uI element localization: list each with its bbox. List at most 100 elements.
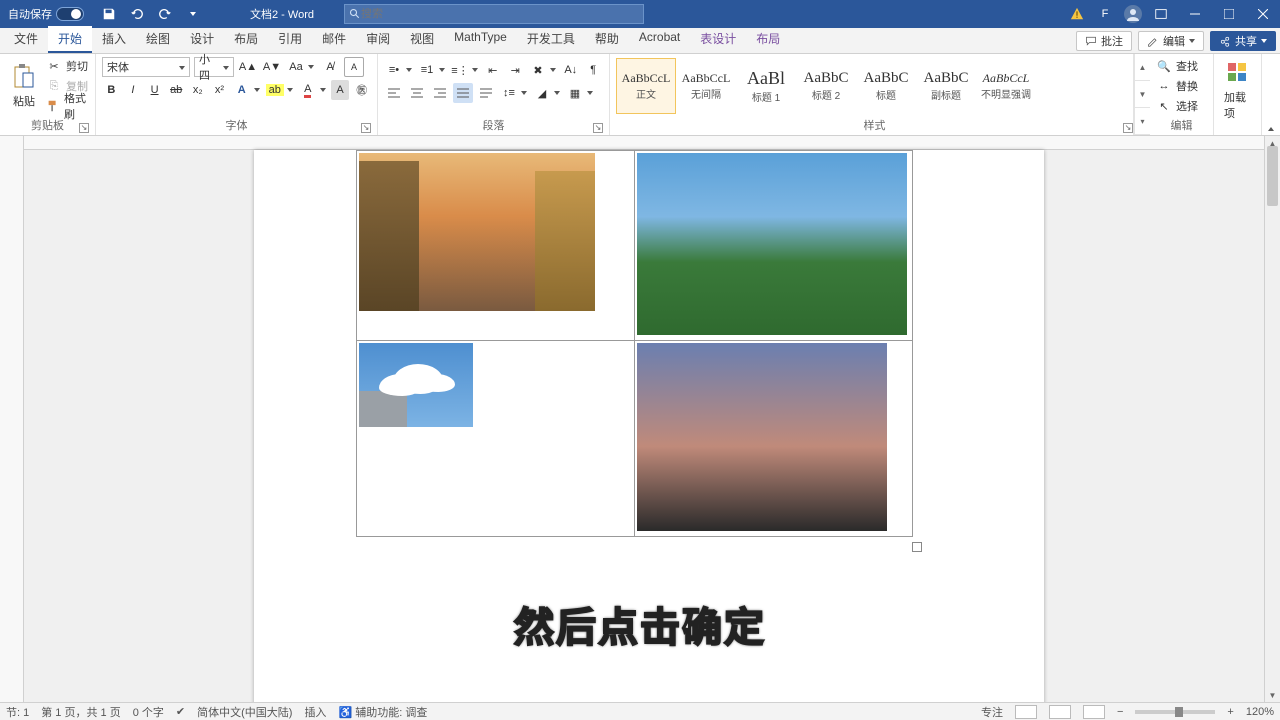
tab-帮助[interactable]: 帮助 [585, 26, 629, 53]
asian-layout-button[interactable]: ✖ [528, 60, 558, 80]
enclose-char-button[interactable]: ㊩ [352, 80, 371, 100]
close-button[interactable] [1246, 0, 1280, 28]
status-words[interactable]: 0 个字 [133, 704, 164, 720]
justify-button[interactable] [453, 83, 473, 103]
font-name-combo[interactable]: 宋体 [102, 57, 190, 77]
style-无间隔[interactable]: AaBbCcL无间隔 [676, 58, 736, 114]
change-case-button[interactable]: Aa [286, 57, 316, 77]
tab-表设计[interactable]: 表设计 [690, 26, 746, 53]
distribute-button[interactable] [476, 83, 496, 103]
share-button[interactable]: 共享 [1210, 31, 1276, 51]
styles-dialog-launcher[interactable]: ↘ [1123, 123, 1133, 133]
document-area[interactable] [24, 136, 1264, 702]
tab-插入[interactable]: 插入 [92, 26, 136, 53]
toggle-off-icon[interactable] [56, 7, 84, 21]
tab-引用[interactable]: 引用 [268, 26, 312, 53]
paragraph-dialog-launcher[interactable]: ↘ [593, 123, 603, 133]
qat-more-button[interactable] [182, 3, 204, 25]
select-button[interactable]: ↖选择 [1156, 97, 1207, 115]
show-marks-button[interactable]: ¶ [584, 60, 604, 80]
status-spellcheck-icon[interactable]: ✔ [176, 705, 185, 718]
style-scroll-up[interactable]: ▲ [1135, 54, 1150, 81]
character-shading-button[interactable]: A [331, 80, 350, 100]
bullets-button[interactable]: ≡• [384, 60, 414, 80]
focus-mode-button[interactable]: 专注 [981, 704, 1003, 720]
status-language[interactable]: 简体中文(中国大陆) [197, 704, 292, 720]
image-campus-street[interactable] [637, 153, 907, 335]
superscript-button[interactable]: x² [210, 80, 229, 100]
maximize-button[interactable] [1212, 0, 1246, 28]
user-initial[interactable]: F [1094, 3, 1116, 25]
horizontal-ruler[interactable] [24, 136, 1264, 150]
status-section[interactable]: 节: 1 [6, 704, 29, 720]
zoom-slider[interactable] [1135, 710, 1215, 714]
markup-button[interactable]: 批注 [1076, 31, 1132, 51]
tab-布局[interactable]: 布局 [746, 26, 790, 53]
highlight-button[interactable]: ab [265, 80, 295, 100]
tab-开始[interactable]: 开始 [48, 26, 92, 53]
clipboard-dialog-launcher[interactable]: ↘ [79, 123, 89, 133]
ribbon-display-button[interactable] [1150, 3, 1172, 25]
warning-icon[interactable] [1066, 3, 1088, 25]
photo-table[interactable] [356, 150, 913, 537]
edit-mode-button[interactable]: 编辑 [1138, 31, 1204, 51]
decrease-indent-button[interactable]: ⇤ [483, 60, 503, 80]
replace-button[interactable]: ↔替换 [1156, 77, 1207, 95]
subscript-button[interactable]: x₂ [189, 80, 208, 100]
search-input[interactable] [361, 8, 639, 20]
increase-font-button[interactable]: A▲ [238, 57, 258, 77]
style-不明显强调[interactable]: AaBbCcL不明显强调 [976, 58, 1036, 114]
font-size-combo[interactable]: 小四 [194, 57, 234, 77]
font-color-button[interactable]: A [298, 80, 328, 100]
view-print-layout-button[interactable] [1015, 705, 1037, 719]
borders-button[interactable]: ▦ [565, 83, 595, 103]
style-副标题[interactable]: AaBbC副标题 [916, 58, 976, 114]
image-evening-road[interactable] [637, 343, 887, 531]
decrease-font-button[interactable]: A▼ [262, 57, 282, 77]
zoom-out-button[interactable]: − [1117, 706, 1123, 718]
tab-绘图[interactable]: 绘图 [136, 26, 180, 53]
numbering-button[interactable]: ≡1 [417, 60, 447, 80]
search-box[interactable] [344, 4, 644, 24]
tab-文件[interactable]: 文件 [4, 26, 48, 53]
status-page[interactable]: 第 1 页，共 1 页 [41, 704, 120, 720]
vertical-scrollbar[interactable]: ▲ ▼ [1264, 136, 1280, 702]
italic-button[interactable]: I [124, 80, 143, 100]
tab-布局[interactable]: 布局 [224, 26, 268, 53]
zoom-in-button[interactable]: + [1227, 706, 1233, 718]
scroll-thumb[interactable] [1267, 146, 1278, 206]
style-标题[interactable]: AaBbC标题 [856, 58, 916, 114]
user-avatar[interactable] [1122, 3, 1144, 25]
view-read-button[interactable] [1049, 705, 1071, 719]
style-正文[interactable]: AaBbCcL正文 [616, 58, 676, 114]
minimize-button[interactable] [1178, 0, 1212, 28]
cut-button[interactable]: ✂剪切 [46, 57, 89, 75]
save-button[interactable] [98, 3, 120, 25]
status-insert-mode[interactable]: 插入 [304, 704, 326, 720]
tab-审阅[interactable]: 审阅 [356, 26, 400, 53]
text-effects-button[interactable]: A [232, 80, 262, 100]
sort-button[interactable]: A↓ [561, 60, 581, 80]
align-left-button[interactable] [384, 83, 404, 103]
align-right-button[interactable] [430, 83, 450, 103]
line-spacing-button[interactable]: ↕≡ [499, 83, 529, 103]
font-dialog-launcher[interactable]: ↘ [361, 123, 371, 133]
align-center-button[interactable] [407, 83, 427, 103]
clear-format-button[interactable]: A̸ [320, 57, 340, 77]
bold-button[interactable]: B [102, 80, 121, 100]
autosave-toggle[interactable]: 自动保存 [0, 6, 92, 22]
shading-button[interactable]: ◢ [532, 83, 562, 103]
tab-开发工具[interactable]: 开发工具 [517, 26, 585, 53]
scroll-down-button[interactable]: ▼ [1265, 688, 1280, 702]
multilevel-button[interactable]: ≡⋮ [450, 60, 480, 80]
style-标题 1[interactable]: AaBl标题 1 [736, 58, 796, 114]
paste-button[interactable]: 粘贴 [6, 57, 42, 115]
image-cloud-building[interactable] [359, 343, 473, 427]
underline-button[interactable]: U [145, 80, 164, 100]
tab-视图[interactable]: 视图 [400, 26, 444, 53]
phonetic-guide-button[interactable]: A [344, 57, 364, 77]
image-sunset-buildings[interactable] [359, 153, 595, 311]
tab-Acrobat[interactable]: Acrobat [629, 26, 690, 53]
style-标题 2[interactable]: AaBbC标题 2 [796, 58, 856, 114]
status-accessibility[interactable]: ♿ 辅助功能: 调查 [338, 704, 427, 720]
